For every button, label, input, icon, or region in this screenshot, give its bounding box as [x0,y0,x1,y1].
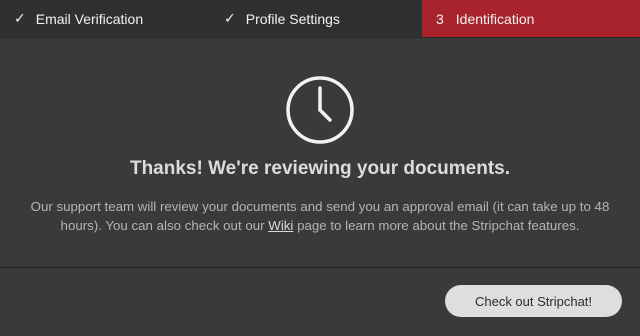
wiki-link[interactable]: Wiki [268,218,293,233]
step-email-verification: ✓ Email Verification [14,0,143,37]
check-icon: ✓ [14,10,26,27]
review-message: Our support team will review your docume… [30,197,610,235]
check-icon: ✓ [224,10,236,27]
step-progress-bar: ✓ Email Verification ✓ Profile Settings … [0,0,640,37]
message-text: page to learn more about the Stripchat f… [293,218,580,233]
clock-icon [286,76,354,144]
divider [0,37,640,38]
step-profile-settings: ✓ Profile Settings [224,0,340,37]
step-label: Profile Settings [245,10,340,27]
divider [0,267,640,268]
step-identification: 3 Identification [422,0,640,37]
step-label: Identification [455,10,535,27]
step-label: Email Verification [35,10,144,27]
check-out-stripchat-button[interactable]: Check out Stripchat! [445,285,622,317]
step-number: 3 [436,10,444,27]
page-title: Thanks! We're reviewing your documents. [129,158,511,179]
